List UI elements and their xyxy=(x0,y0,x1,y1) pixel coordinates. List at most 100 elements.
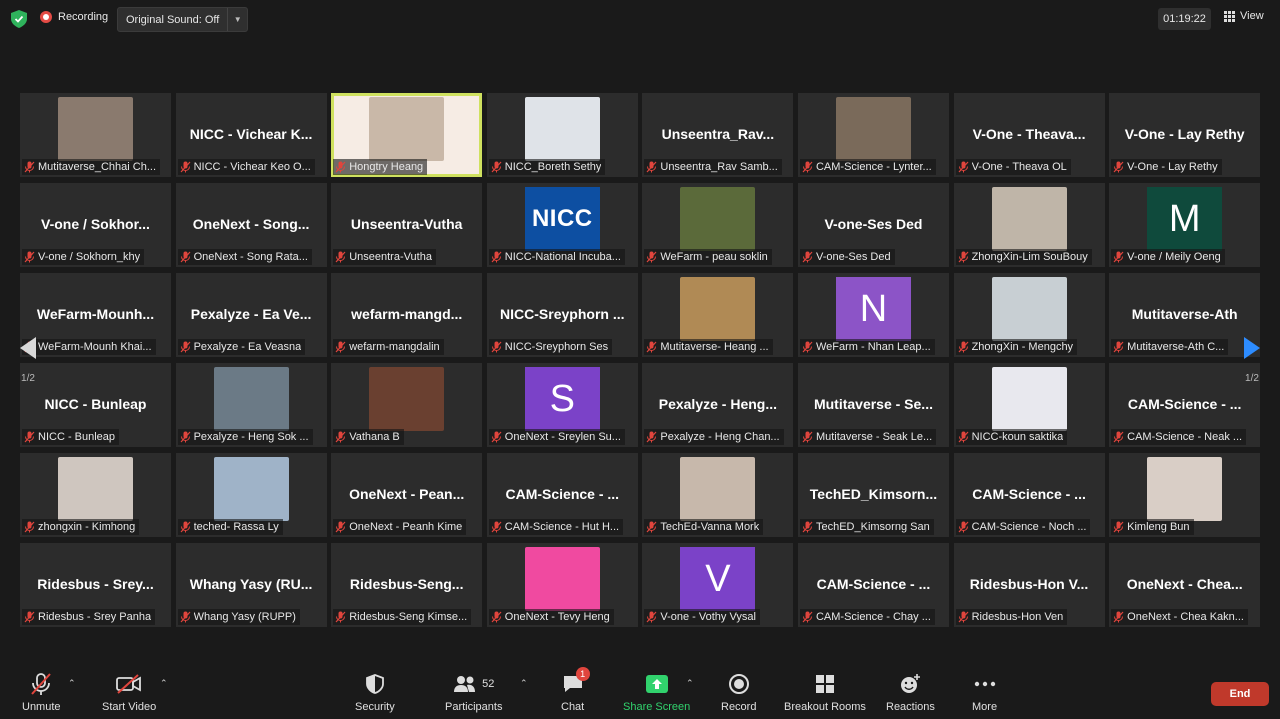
chat-label: Chat xyxy=(561,701,585,713)
participant-tile[interactable]: Ridesbus-Seng... Ridesbus-Seng Kimse... xyxy=(331,543,483,627)
participant-tile[interactable]: Mutitaverse_Chhai Ch... xyxy=(20,93,171,177)
audio-options-chevron-icon[interactable]: ⌃ xyxy=(68,678,76,689)
participant-tile[interactable]: Unseentra_Rav... Unseentra_Rav Samb... xyxy=(642,93,794,177)
start-video-label: Start Video xyxy=(102,701,157,713)
participant-display-name: Pexalyze - Ea Ve... xyxy=(190,306,312,322)
share-options-chevron-icon[interactable]: ⌃ xyxy=(686,678,694,689)
participant-display-name: Pexalyze - Heng... xyxy=(658,396,778,412)
participant-tile[interactable]: TechEd-Vanna Mork xyxy=(642,453,794,537)
more-button[interactable]: More xyxy=(972,672,997,713)
participant-tile[interactable]: zhongxin - Kimhong xyxy=(20,453,171,537)
participant-tile[interactable]: Hongtry Heang xyxy=(331,93,483,177)
participant-display-name: wefarm-mangd... xyxy=(351,306,463,322)
participant-tile[interactable]: V-one / Sokhor... V-one / Sokhorn_khy xyxy=(20,183,171,267)
participant-tile[interactable]: Ridesbus - Srey... Ridesbus - Srey Panha xyxy=(20,543,171,627)
participant-tile[interactable]: V-one-Ses Ded V-one-Ses Ded xyxy=(797,183,949,267)
security-button[interactable]: Security xyxy=(355,672,395,713)
participant-tile[interactable]: ZhongXin - Mengchy xyxy=(953,273,1105,357)
muted-mic-icon xyxy=(491,431,502,443)
view-button[interactable]: View xyxy=(1224,10,1264,22)
participant-tile[interactable]: Pexalyze - Heng Sok ... xyxy=(175,363,327,447)
recording-label: Recording xyxy=(58,11,109,23)
breakout-rooms-button[interactable]: Breakout Rooms xyxy=(784,672,866,713)
muted-mic-icon xyxy=(646,521,657,533)
end-meeting-button[interactable]: End xyxy=(1211,682,1269,706)
participant-name: Vathana B xyxy=(349,431,400,443)
participant-tile[interactable]: OneNext - Chea... OneNext - Chea Kakn... xyxy=(1109,543,1261,627)
muted-mic-icon xyxy=(802,431,813,443)
chevron-down-icon[interactable]: ▼ xyxy=(227,8,247,31)
participant-tile[interactable]: wefarm-mangd... wefarm-mangdalin xyxy=(331,273,483,357)
start-video-button[interactable]: Start Video xyxy=(102,672,156,713)
participant-name: Pexalyze - Heng Sok ... xyxy=(193,431,309,443)
participant-name-label: teched- Rassa Ly xyxy=(177,519,283,535)
muted-mic-icon xyxy=(180,161,191,173)
share-screen-button[interactable]: Share Screen xyxy=(623,672,690,713)
participant-tile[interactable]: CAM-Science - Lynter... xyxy=(797,93,949,177)
video-options-chevron-icon[interactable]: ⌃ xyxy=(160,678,168,689)
participant-photo xyxy=(524,97,600,161)
participant-tile[interactable]: V V-one - Vothy Vysal xyxy=(642,543,794,627)
participant-tile[interactable]: NICC - Vichear K... NICC - Vichear Keo O.… xyxy=(175,93,327,177)
participant-tile[interactable]: Mutitaverse- Heang ... xyxy=(642,273,794,357)
participant-tile[interactable]: Pexalyze - Heng... Pexalyze - Heng Chan..… xyxy=(642,363,794,447)
participant-tile[interactable]: N WeFarm - Nhan Leap... xyxy=(797,273,949,357)
participant-tile[interactable]: Ridesbus-Hon V... Ridesbus-Hon Ven xyxy=(953,543,1105,627)
participant-display-name: Ridesbus-Hon V... xyxy=(969,576,1089,592)
muted-mic-icon xyxy=(1113,611,1124,623)
participant-name-label: Ridesbus-Hon Ven xyxy=(955,609,1068,625)
participant-tile[interactable]: S OneNext - Sreylen Su... xyxy=(486,363,638,447)
chat-button[interactable]: 1 Chat xyxy=(561,667,590,713)
shield-icon[interactable] xyxy=(11,10,27,28)
prev-page-button[interactable]: 1/2 xyxy=(0,318,56,402)
participant-tile[interactable]: OneNext - Pean... OneNext - Peanh Kime xyxy=(331,453,483,537)
participant-tile[interactable]: CAM-Science - ... CAM-Science - Chay ... xyxy=(797,543,949,627)
participant-tile[interactable]: CAM-Science - ... CAM-Science - Hut H... xyxy=(486,453,638,537)
breakout-rooms-label: Breakout Rooms xyxy=(784,701,866,713)
participant-display-name: OneNext - Pean... xyxy=(349,486,465,502)
participant-photo xyxy=(1147,457,1223,521)
recording-indicator[interactable]: Recording xyxy=(40,11,108,23)
participant-tile[interactable]: NICC NICC-National Incuba... xyxy=(486,183,638,267)
participants-options-chevron-icon[interactable]: ⌃ xyxy=(520,678,528,689)
participant-tile[interactable]: WeFarm - peau soklin xyxy=(642,183,794,267)
participant-tile[interactable]: TechED_Kimsorn... TechED_Kimsorng San xyxy=(797,453,949,537)
participant-name-label: CAM-Science - Noch ... xyxy=(955,519,1091,535)
participant-display-name: CAM-Science - ... xyxy=(972,486,1086,502)
meeting-timer: 01:19:22 xyxy=(1158,8,1211,30)
participant-tile[interactable]: ZhongXin-Lim SouBouy xyxy=(953,183,1105,267)
participant-name: Mutitaverse- Heang ... xyxy=(660,341,769,353)
participant-tile[interactable]: NICC-Sreyphorn ... NICC-Sreyphorn Ses xyxy=(486,273,638,357)
record-button[interactable]: Record xyxy=(721,672,756,713)
original-sound-dropdown[interactable]: Original Sound: Off ▼ xyxy=(117,7,248,32)
participants-button[interactable]: 52 Participants xyxy=(445,672,502,713)
unmute-button[interactable]: Unmute xyxy=(22,672,61,713)
participant-grid: Mutitaverse_Chhai Ch... NICC - Vichear K.… xyxy=(20,93,1261,627)
participant-name-label: WeFarm - peau soklin xyxy=(644,249,772,265)
participant-tile[interactable]: Kimleng Bun xyxy=(1109,453,1261,537)
participant-tile[interactable]: NICC_Boreth Sethy xyxy=(486,93,638,177)
reactions-button[interactable]: Reactions xyxy=(886,672,935,713)
participant-tile[interactable]: Unseentra-Vutha Unseentra-Vutha xyxy=(331,183,483,267)
participant-name-label: OneNext - Sreylen Su... xyxy=(488,429,625,445)
participant-tile[interactable]: teched- Rassa Ly xyxy=(175,453,327,537)
participant-tile[interactable]: CAM-Science - ... CAM-Science - Noch ... xyxy=(953,453,1105,537)
participant-tile[interactable]: NICC-koun saktika xyxy=(953,363,1105,447)
muted-mic-icon xyxy=(335,521,346,533)
participant-name: Mutitaverse - Seak Le... xyxy=(815,431,933,443)
muted-mic-icon xyxy=(958,161,969,173)
participant-tile[interactable]: OneNext - Tevy Heng xyxy=(486,543,638,627)
next-page-button[interactable]: 1/2 xyxy=(1224,318,1280,402)
participant-tile[interactable]: Vathana B xyxy=(331,363,483,447)
participant-name-label: Mutitaverse - Seak Le... xyxy=(799,429,937,445)
participant-tile[interactable]: Pexalyze - Ea Ve... Pexalyze - Ea Veasna xyxy=(175,273,327,357)
participant-tile[interactable]: M V-one / Meily Oeng xyxy=(1109,183,1261,267)
participant-tile[interactable]: OneNext - Song... OneNext - Song Rata... xyxy=(175,183,327,267)
participant-tile[interactable]: Whang Yasy (RU... Whang Yasy (RUPP) xyxy=(175,543,327,627)
participant-name: OneNext - Sreylen Su... xyxy=(504,431,621,443)
participant-name: OneNext - Tevy Heng xyxy=(504,611,610,623)
participant-tile[interactable]: V-One - Lay Rethy V-One - Lay Rethy xyxy=(1109,93,1261,177)
participant-tile[interactable]: V-One - Theava... V-One - Theava OL xyxy=(953,93,1105,177)
participant-tile[interactable]: Mutitaverse - Se... Mutitaverse - Seak Le… xyxy=(797,363,949,447)
participant-name: NICC_Boreth Sethy xyxy=(504,161,602,173)
